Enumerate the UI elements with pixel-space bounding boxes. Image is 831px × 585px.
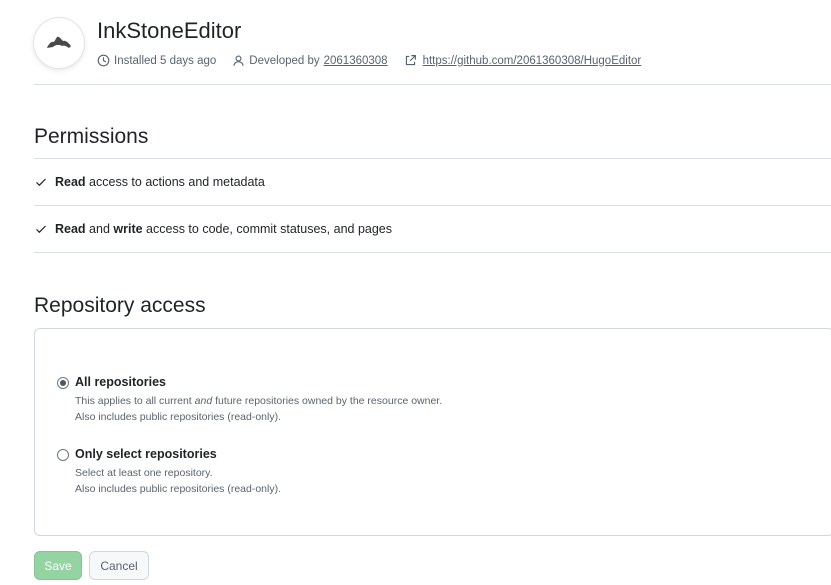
permission-access: Read [55,222,86,236]
permission-conjunction: and [85,222,114,236]
clock-icon [97,54,110,67]
url-info: https://github.com/2061360308/HugoEditor [404,54,642,67]
app-meta: Installed 5 days ago Developed by 206136… [97,54,657,67]
select-repositories-description: Select at least one repository. Also inc… [75,465,281,497]
person-icon [233,55,244,66]
desc-text: future repositories owned by the resourc… [212,395,443,407]
save-button[interactable]: Save [34,551,82,580]
permissions-list: Read access to actions and metadata Read… [34,158,831,253]
repository-access-heading: Repository access [34,294,206,317]
app-avatar [34,18,84,68]
desc-emphasis: and [194,395,213,407]
developer-info: Developed by 2061360308 [232,54,388,67]
select-repositories-radio[interactable] [57,449,69,461]
installed-info: Installed 5 days ago [97,54,216,67]
permission-text: Read access to actions and metadata [55,175,265,189]
desc-note: Also includes public repositories (read-… [75,483,282,495]
installed-text: Installed 5 days ago [114,54,217,67]
developer-link[interactable]: 2061360308 [324,55,388,67]
select-repositories-label[interactable]: Only select repositories [75,447,217,461]
repository-access-box: All repositories This applies to all cur… [34,328,831,536]
desc-text: Select at least one repository. [75,467,213,479]
developed-label: Developed by [249,54,320,67]
desc-note: Also includes public repositories (read-… [75,411,282,423]
permission-access: Read [55,175,86,189]
all-repositories-label[interactable]: All repositories [75,375,166,389]
permission-access-write: write [113,222,143,236]
permission-row: Read access to actions and metadata [34,158,831,205]
app-logo-icon [47,36,71,48]
permissions-heading: Permissions [34,125,149,148]
check-icon [36,225,46,234]
permission-text: Read and write access to code, commit st… [55,222,392,236]
permission-row: Read and write access to code, commit st… [34,205,831,253]
repo-url-link[interactable]: https://github.com/2061360308/HugoEditor [423,55,642,67]
all-repositories-radio[interactable] [57,377,69,389]
cancel-button[interactable]: Cancel [89,551,149,580]
desc-text: This applies to all current [75,395,195,407]
app-title: InkStoneEditor [97,18,242,43]
permission-scope: access to code, commit statuses, and pag… [142,222,393,236]
app-header: InkStoneEditor Installed 5 days ago Deve… [34,16,831,85]
external-link-icon [405,55,416,66]
all-repositories-description: This applies to all current and future r… [75,393,442,425]
check-icon [36,178,46,187]
permission-scope: access to actions and metadata [85,175,265,189]
